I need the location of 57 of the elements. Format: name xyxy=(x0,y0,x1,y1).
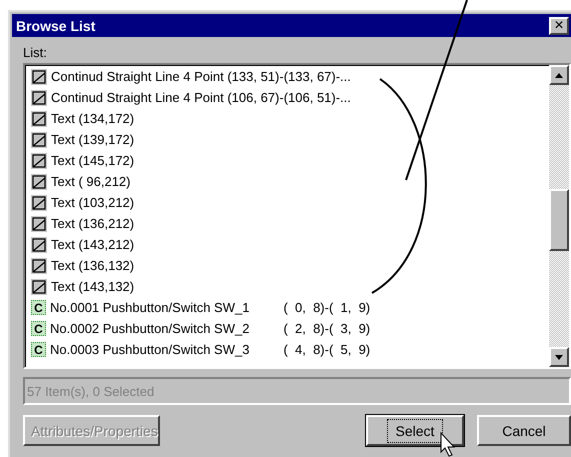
list-item[interactable]: Text (139,172) xyxy=(31,129,549,150)
item-text: Text (143,212) xyxy=(51,237,134,252)
mouse-cursor-icon xyxy=(440,432,456,457)
scroll-down-button[interactable] xyxy=(549,347,569,367)
down-arrow-icon xyxy=(555,354,563,360)
list-item[interactable]: Text (143,132) xyxy=(31,276,549,297)
list-label: List: xyxy=(23,45,48,60)
item-text: Text (136,212) xyxy=(51,216,134,231)
line-object-icon xyxy=(31,132,47,148)
item-text: Continud Straight Line 4 Point (133, 51)-(133, 67)-... xyxy=(51,69,351,84)
dialog-button[interactable]: Select xyxy=(366,415,464,446)
list-item[interactable]: Continud Straight Line 4 Point (106, 67)-(106, 51)-... xyxy=(31,87,549,108)
line-object-icon xyxy=(31,110,47,126)
list-item[interactable]: Text (143,212) xyxy=(31,234,549,255)
item-text: Text (145,172) xyxy=(51,153,134,168)
line-object-icon xyxy=(31,216,47,232)
component-icon: C xyxy=(31,342,46,357)
list-item[interactable]: Text (145,172) xyxy=(31,150,549,171)
list-item[interactable]: Text (103,212) xyxy=(31,192,549,213)
list-item[interactable]: C No.0001 Pushbutton/Switch SW_1 ( 0, 8)-( 1, 9) xyxy=(31,297,549,318)
item-text: Text (143,132) xyxy=(51,279,134,294)
vertical-scrollbar[interactable] xyxy=(549,65,569,367)
item-text: No.0003 Pushbutton/Switch SW_3 xyxy=(50,342,250,357)
item-coordinates: ( 0, 8)-( 1, 9) xyxy=(283,300,370,315)
list-item[interactable]: Continud Straight Line 4 Point (133, 51)-(133, 67)-... xyxy=(31,66,549,87)
list-item[interactable]: Text (136,212) xyxy=(31,213,549,234)
scroll-up-button[interactable] xyxy=(549,65,569,85)
list-item[interactable]: C No.0002 Pushbutton/Switch SW_2 ( 2, 8)-( 3, 9) xyxy=(31,318,549,339)
up-arrow-icon xyxy=(555,72,563,78)
list-item[interactable]: Text (136,132) xyxy=(31,255,549,276)
scroll-thumb[interactable] xyxy=(549,189,569,251)
line-object-icon xyxy=(31,152,47,168)
item-text: Text (139,172) xyxy=(51,132,134,147)
line-object-icon xyxy=(31,68,47,84)
component-icon: C xyxy=(31,300,46,315)
item-text: No.0002 Pushbutton/Switch SW_2 xyxy=(50,321,250,336)
list-item[interactable]: C No.0003 Pushbutton/Switch SW_3 ( 4, 8)-( 5, 9) xyxy=(31,339,549,360)
item-text: Text ( 96,212) xyxy=(51,174,130,189)
item-text: Text (134,172) xyxy=(51,111,134,126)
close-button[interactable]: × xyxy=(549,16,569,34)
item-coordinates: ( 2, 8)-( 3, 9) xyxy=(283,321,370,336)
list-item[interactable]: Text (134,172) xyxy=(31,108,549,129)
line-object-icon xyxy=(31,236,47,252)
line-object-icon xyxy=(31,278,47,294)
line-object-icon xyxy=(31,174,47,190)
item-text: Text (103,212) xyxy=(51,195,134,210)
item-text: Text (136,132) xyxy=(51,258,134,273)
component-icon: C xyxy=(31,321,46,336)
window-title: Browse List xyxy=(16,18,96,34)
line-object-icon xyxy=(31,258,47,274)
item-text: No.0001 Pushbutton/Switch SW_1 xyxy=(50,300,250,315)
item-coordinates: ( 4, 8)-( 5, 9) xyxy=(283,342,370,357)
list-item[interactable]: Text ( 96,212) xyxy=(31,171,549,192)
item-text: Continud Straight Line 4 Point (106, 67)-(106, 51)-... xyxy=(51,90,351,105)
line-object-icon xyxy=(31,194,47,210)
dialog-button[interactable]: Cancel xyxy=(477,415,571,446)
line-object-icon xyxy=(31,90,47,106)
